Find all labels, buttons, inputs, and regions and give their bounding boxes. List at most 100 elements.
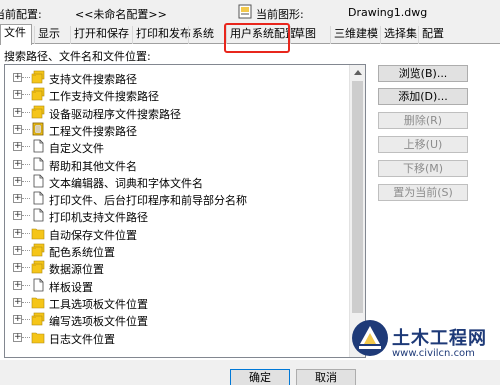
drawing-file-icon xyxy=(238,4,252,19)
tree-item-label: 样板设置 xyxy=(49,280,93,294)
expand-plus-icon[interactable] xyxy=(13,332,22,342)
folder-stack-icon xyxy=(31,105,45,119)
tree-item-label: 工具选项板文件位置 xyxy=(49,297,148,311)
tree-connector xyxy=(22,336,30,338)
add-button[interactable]: 添加(D)... xyxy=(378,88,468,105)
tree-item[interactable]: 工程文件搜索路径 xyxy=(5,121,350,138)
current-profile-value: <<未命名配置>> xyxy=(75,8,167,21)
document-icon xyxy=(31,191,45,205)
expand-plus-icon[interactable] xyxy=(13,263,22,273)
tree-item[interactable]: 自定义文件 xyxy=(5,138,350,155)
tab-3d-modeling[interactable]: 三维建模 xyxy=(330,26,380,44)
tree-item[interactable]: 文本编辑器、词典和字体文件名 xyxy=(5,173,350,190)
tree-item[interactable]: 工具选项板文件位置 xyxy=(5,294,350,311)
tab-highlight-box xyxy=(224,23,290,53)
tab-profiles[interactable]: 配置 xyxy=(418,26,450,44)
expand-plus-icon[interactable] xyxy=(13,211,22,221)
browse-button[interactable]: 浏览(B)... xyxy=(378,65,468,82)
tree-item-label: 打印文件、后台打印程序和前导部分名称 xyxy=(49,194,247,208)
tree-scrollbar[interactable] xyxy=(349,65,365,357)
tree-item[interactable]: 打印文件、后台打印程序和前导部分名称 xyxy=(5,190,350,207)
tree-item-label: 自定义文件 xyxy=(49,142,104,156)
tree-item-label: 工程文件搜索路径 xyxy=(49,124,137,138)
current-drawing-label: 当前图形: xyxy=(256,8,304,21)
tree-item-label: 打印机支持文件路径 xyxy=(49,211,148,225)
tree-item-label: 配色系统位置 xyxy=(49,246,115,259)
tree-item[interactable]: 帮助和其他文件名 xyxy=(5,156,350,173)
tree-item[interactable]: 样板设置 xyxy=(5,277,350,294)
tree-item[interactable]: 编写选项板文件位置 xyxy=(5,311,350,328)
tree-connector xyxy=(22,284,30,286)
expand-plus-icon[interactable] xyxy=(13,90,22,100)
tree-connector xyxy=(22,319,30,321)
tree-item[interactable]: 工作支持文件搜索路径 xyxy=(5,86,350,103)
ok-button[interactable]: 确定 xyxy=(230,369,290,385)
folder-stack-icon xyxy=(31,87,45,101)
tab-open-and-save[interactable]: 打开和保存 xyxy=(70,26,132,44)
tree-connector xyxy=(22,198,30,200)
expand-plus-icon[interactable] xyxy=(13,297,22,307)
tree-connector xyxy=(22,250,30,251)
tab-system[interactable]: 系统 xyxy=(188,26,226,44)
tree-item[interactable]: 数据源位置 xyxy=(5,259,350,276)
folder-icon xyxy=(31,330,45,344)
tree-item-label: 数据源位置 xyxy=(49,263,104,277)
expand-plus-icon[interactable] xyxy=(13,124,22,134)
folder-icon xyxy=(31,226,45,240)
tree-connector xyxy=(22,111,30,113)
expand-plus-icon[interactable] xyxy=(13,159,22,169)
move-down-button[interactable]: 下移(M) xyxy=(378,160,468,177)
move-up-button[interactable]: 上移(U) xyxy=(378,136,468,153)
tree-item[interactable]: 配色系统位置 xyxy=(5,242,350,259)
tab-selection[interactable]: 选择集 xyxy=(380,26,418,44)
tree-item-label: 文本编辑器、词典和字体文件名 xyxy=(49,176,203,190)
tree-connector xyxy=(22,180,30,182)
tree-connector xyxy=(22,128,30,130)
scroll-thumb[interactable] xyxy=(352,81,363,313)
tree-item[interactable]: 打印机支持文件路径 xyxy=(5,207,350,224)
civilcn-logo-icon xyxy=(352,320,388,356)
expand-plus-icon[interactable] xyxy=(13,142,22,152)
set-current-button[interactable]: 置为当前(S) xyxy=(378,184,468,201)
tab-files[interactable]: 文件 xyxy=(0,24,32,45)
expand-plus-icon[interactable] xyxy=(13,228,22,238)
remove-button[interactable]: 删除(R) xyxy=(378,112,468,129)
watermark-url: www.civilcn.com xyxy=(392,348,475,359)
document-icon xyxy=(31,208,45,222)
document-icon xyxy=(31,278,45,292)
document-icon xyxy=(31,139,45,153)
tree-item[interactable]: 日志文件位置 xyxy=(5,329,350,346)
expand-plus-icon[interactable] xyxy=(13,176,22,186)
scroll-up-arrow-icon[interactable] xyxy=(354,70,362,75)
tree-item-label: 设备驱动程序文件搜索路径 xyxy=(49,107,181,121)
files-panel: 搜索路径、文件名和文件位置: 支持文件搜索路径工作支持文件搜索路径设备驱动程序文… xyxy=(0,44,500,360)
folder-stack-icon xyxy=(31,70,45,84)
tree-connector xyxy=(22,146,30,148)
folder-icon xyxy=(31,295,45,309)
tree-item[interactable]: 设备驱动程序文件搜索路径 xyxy=(5,104,350,121)
folder-stack-icon xyxy=(31,243,45,257)
tab-display[interactable]: 显示 xyxy=(34,26,66,44)
search-paths-tree[interactable]: 支持文件搜索路径工作支持文件搜索路径设备驱动程序文件搜索路径工程文件搜索路径自定… xyxy=(4,64,366,358)
tab-drafting[interactable]: 草图 xyxy=(290,26,328,44)
expand-plus-icon[interactable] xyxy=(13,73,22,82)
folder-stack-icon xyxy=(31,312,45,326)
current-drawing-value: Drawing1.dwg xyxy=(348,6,428,19)
cancel-button[interactable]: 取消 xyxy=(296,369,356,385)
tree-item[interactable]: 自动保存文件位置 xyxy=(5,225,350,242)
expand-plus-icon[interactable] xyxy=(13,315,22,325)
expand-plus-icon[interactable] xyxy=(13,280,22,290)
tree-item-label: 帮助和其他文件名 xyxy=(49,159,137,173)
tree-connector xyxy=(22,215,30,217)
site-watermark: 土木工程网 www.civilcn.com xyxy=(350,318,500,370)
profile-bar: 当前配置: <<未命名配置>> 当前图形: Drawing1.dwg xyxy=(0,0,500,24)
expand-plus-icon[interactable] xyxy=(13,194,22,204)
expand-plus-icon[interactable] xyxy=(13,107,22,117)
tree-item[interactable]: 支持文件搜索路径 xyxy=(5,69,350,86)
tree-item-label: 自动保存文件位置 xyxy=(49,228,137,242)
tree-connector xyxy=(22,232,30,234)
tab-plot-and-publish[interactable]: 打印和发布 xyxy=(132,26,191,44)
tree-item-label: 支持文件搜索路径 xyxy=(49,73,137,86)
expand-plus-icon[interactable] xyxy=(13,246,22,255)
tree-connector xyxy=(22,163,30,165)
